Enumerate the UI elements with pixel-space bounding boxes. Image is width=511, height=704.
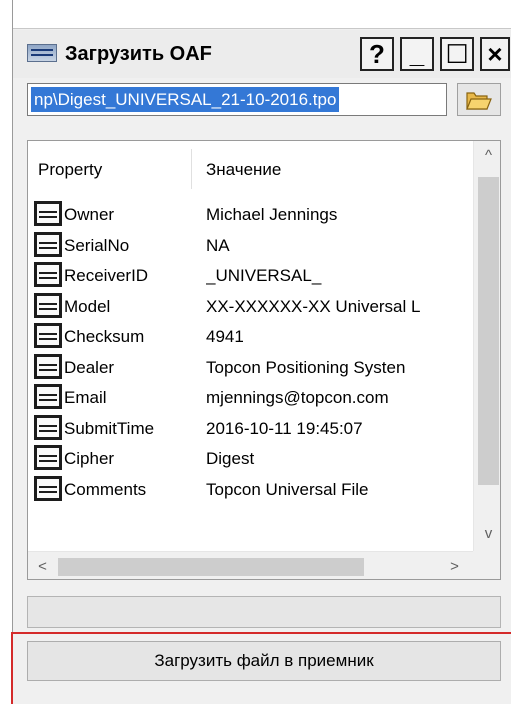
load-oaf-window: Загрузить OAF ? _ ☐ × np\Digest_UNIVERSA… (12, 0, 511, 704)
row-property: Owner (64, 205, 115, 224)
table-row[interactable]: Owner Michael Jennings (28, 199, 473, 230)
vertical-scrollbar[interactable]: ^ v (473, 141, 500, 551)
table-row[interactable]: ReceiverID _UNIVERSAL_ (28, 260, 473, 291)
row-value: Michael Jennings (206, 205, 338, 224)
row-value: NA (206, 235, 230, 255)
grid-header: Property Значение (28, 141, 473, 195)
property-row-icon (34, 262, 62, 287)
property-row-icon (34, 445, 62, 470)
window-title: Загрузить OAF (65, 43, 212, 65)
column-header-property[interactable]: Property (38, 160, 102, 180)
property-row-icon (34, 323, 62, 348)
highlight-frame (11, 632, 511, 704)
file-path-input[interactable]: np\Digest_UNIVERSAL_21-10-2016.tpo (27, 83, 447, 116)
help-button[interactable]: ? (360, 37, 394, 71)
maximize-button[interactable]: ☐ (440, 37, 474, 71)
horizontal-scroll-thumb[interactable] (58, 558, 364, 576)
row-value: XX-XXXXXX-XX Universal L (206, 296, 421, 316)
horizontal-scrollbar[interactable]: < > (28, 551, 473, 579)
property-row-icon (34, 231, 62, 257)
row-value: _UNIVERSAL_ (206, 266, 322, 285)
app-window-icon (27, 44, 57, 62)
minimize-button[interactable]: _ (400, 37, 434, 71)
table-row[interactable]: Cipher Digest (28, 443, 473, 474)
column-header-value[interactable]: Значение (206, 160, 281, 180)
row-property: Email (64, 388, 107, 407)
row-property: ReceiverID (64, 266, 149, 285)
table-row[interactable]: Dealer Topcon Positioning Systen (28, 352, 473, 383)
property-row-icon (34, 292, 62, 318)
table-row[interactable]: SerialNo NA (28, 230, 473, 261)
row-value: 2016-10-11 19:45:07 (206, 418, 363, 438)
status-bar (27, 596, 501, 628)
property-row-icon (34, 201, 62, 226)
row-value: Digest (206, 449, 255, 468)
property-row-icon (34, 475, 62, 501)
scroll-left-icon[interactable]: < (28, 558, 57, 575)
row-value: 4941 (206, 327, 244, 346)
row-property: Cipher (64, 449, 115, 468)
scroll-down-icon[interactable]: v (474, 525, 500, 542)
row-property: Comments (64, 479, 147, 499)
property-grid[interactable]: Property Значение Owner Michael Jennings… (27, 140, 501, 580)
row-value: mjennings@topcon.com (206, 388, 389, 407)
column-divider[interactable] (191, 149, 192, 189)
vertical-scroll-thumb[interactable] (478, 177, 499, 485)
row-property: Dealer (64, 357, 115, 377)
scroll-right-icon[interactable]: > (440, 558, 469, 575)
title-bar[interactable]: Загрузить OAF ? _ ☐ × (13, 30, 511, 78)
table-row[interactable]: SubmitTime 2016-10-11 19:45:07 (28, 413, 473, 444)
property-row-icon (34, 353, 62, 379)
table-row[interactable]: Checksum 4941 (28, 321, 473, 352)
row-property: Checksum (64, 327, 145, 346)
folder-open-icon (466, 92, 492, 110)
file-path-selected-text: np\Digest_UNIVERSAL_21-10-2016.tpo (31, 87, 340, 112)
property-row-icon (34, 414, 62, 440)
scroll-up-icon[interactable]: ^ (474, 147, 500, 164)
row-value: Topcon Positioning Systen (206, 357, 406, 377)
table-row[interactable]: Email mjennings@topcon.com (28, 382, 473, 413)
property-row-icon (34, 384, 62, 409)
scroll-corner (473, 551, 500, 579)
browse-folder-button[interactable] (457, 83, 501, 116)
table-row[interactable]: Comments Topcon Universal File (28, 474, 473, 505)
row-property: SerialNo (64, 235, 130, 255)
top-strip (13, 0, 511, 29)
grid-rows: Owner Michael Jennings SerialNo NA Recei… (28, 199, 473, 504)
row-property: Model (64, 296, 111, 316)
close-button[interactable]: × (480, 37, 510, 71)
table-row[interactable]: Model XX-XXXXXX-XX Universal L (28, 291, 473, 322)
row-value: Topcon Universal File (206, 479, 369, 499)
row-property: SubmitTime (64, 418, 155, 438)
